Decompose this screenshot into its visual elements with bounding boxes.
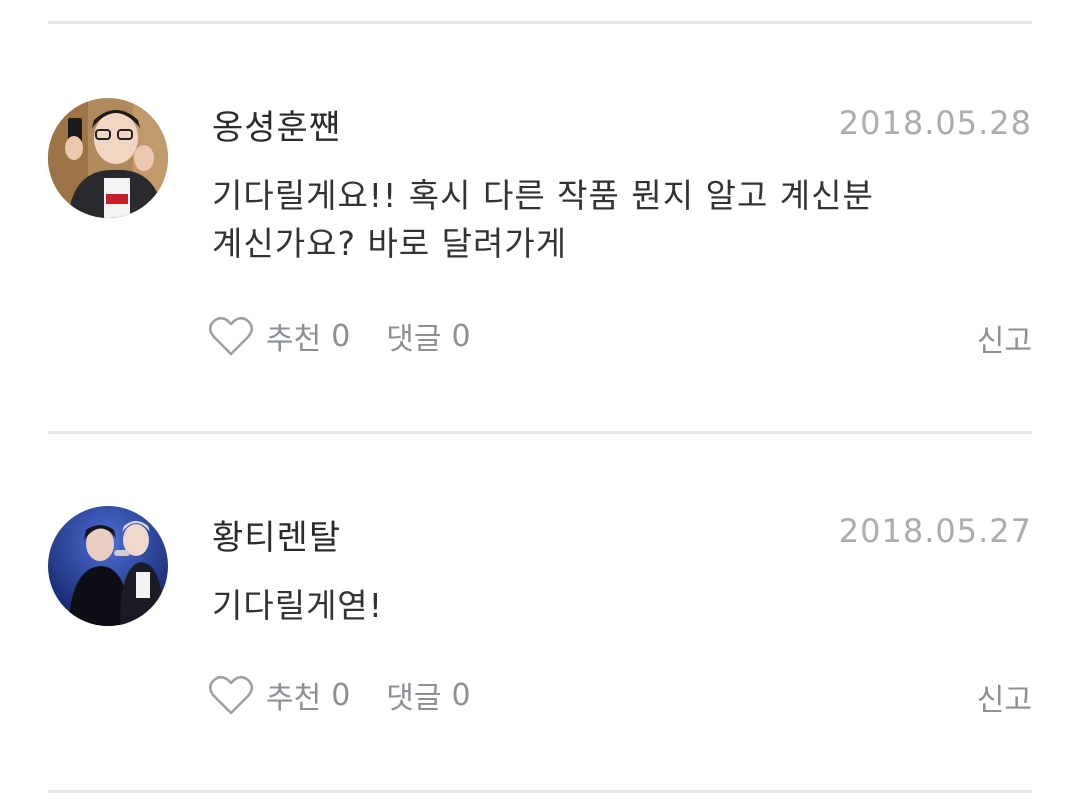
comment-text: 기다릴게엳!	[212, 582, 952, 630]
top-divider	[48, 21, 1032, 24]
avatar[interactable]	[48, 506, 168, 626]
comment-text-line: 계신가요? 바로 달려가게	[212, 224, 568, 263]
comment-date: 2018.05.27	[838, 512, 1032, 550]
heart-outline-icon[interactable]	[208, 673, 254, 717]
comment-text-line: 기다릴게요!! 혹시 다른 작품 뭔지 알고 계신분	[212, 176, 874, 215]
avatar[interactable]	[48, 98, 168, 218]
username[interactable]: 황티렌탈	[212, 510, 341, 559]
comment-text-line: 기다릴게엳!	[212, 586, 384, 625]
heart-outline-icon[interactable]	[208, 314, 254, 358]
comment-actions: 추천 0 댓글 0	[208, 312, 507, 360]
like-count: 0	[331, 677, 351, 713]
comment-date: 2018.05.28	[838, 104, 1032, 142]
comment-actions: 추천 0 댓글 0	[208, 671, 507, 719]
comment-divider	[48, 790, 1032, 793]
reply-count: 0	[451, 677, 471, 713]
like-label[interactable]: 추천	[266, 673, 321, 717]
reply-label[interactable]: 댓글	[386, 314, 441, 358]
report-button[interactable]: 신고	[977, 675, 1032, 719]
like-label[interactable]: 추천	[266, 314, 321, 358]
username[interactable]: 옹셩훈쨴	[212, 100, 341, 149]
comment-text: 기다릴게요!! 혹시 다른 작품 뭔지 알고 계신분 계신가요? 바로 달려가게	[212, 172, 952, 268]
report-button[interactable]: 신고	[977, 316, 1032, 360]
comment-divider	[48, 431, 1032, 434]
reply-count: 0	[451, 318, 471, 354]
reply-label[interactable]: 댓글	[386, 673, 441, 717]
like-count: 0	[331, 318, 351, 354]
